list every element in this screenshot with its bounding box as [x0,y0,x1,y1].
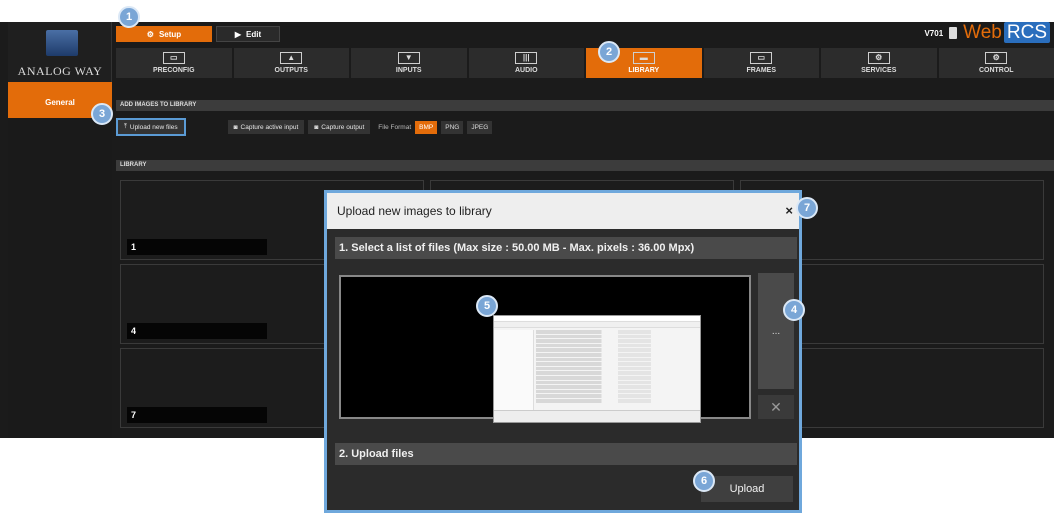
slot-number: 1 [127,239,267,255]
file-explorer-dialog[interactable] [493,315,701,423]
step-select-files: 1. Select a list of files (Max size : 50… [335,237,797,259]
file-row [536,362,700,366]
slot-number: 7 [127,407,267,423]
file-row [536,352,700,357]
main-menu: ▭ PRECONFIG ▲ OUTPUTS ▼ INPUTS ||| AUDIO ▬ LI… [116,48,1054,78]
tab-label: SERVICES [861,67,897,74]
file-row [536,366,700,371]
file-row [536,389,700,394]
edit-button[interactable]: ▶ Edit [216,26,280,42]
file-row [536,330,700,334]
format-bmp-button[interactable]: BMP [415,120,438,134]
book-icon[interactable] [949,27,958,39]
format-jpeg-button[interactable]: JPEG [467,120,493,134]
file-dialog-toolbar [494,322,700,328]
mode-bar: ⚙ Setup ▶ Edit [116,26,280,42]
callout-5: 5 [476,295,498,317]
brand-web: Web [963,22,1002,43]
logo-text: ANALOG WAY [17,64,103,78]
webrcs-brand: Web RCS [963,22,1050,44]
file-row [536,375,700,380]
file-row [536,380,700,385]
brand-rcs: RCS [1003,22,1050,43]
format-png-button[interactable]: PNG [441,120,464,134]
services-icon: ⚙ [867,52,890,64]
logo-area: ANALOG WAY [8,22,112,82]
edit-label: Edit [246,29,262,39]
tab-inputs[interactable]: ▼ INPUTS [351,48,467,78]
callout-4: 4 [783,299,805,321]
tab-label: CONTROL [978,67,1014,74]
upload-new-label: Upload new files [129,123,178,131]
tab-label: OUTPUTS [274,67,308,74]
file-format-label: File Format [378,123,412,131]
add-images-section-title: ADD IMAGES TO LIBRARY [116,100,1054,111]
file-dialog-list [536,330,700,410]
capture-input-label: Capture active input [240,123,299,131]
top-right-area: V701 Web RCS [924,22,1050,44]
step-upload-files: 2. Upload files [335,443,797,465]
capture-active-input-button[interactable]: ◙ Capture active input [227,120,305,134]
app-root: ANALOG WAY ⚙ Setup ▶ Edit V701 Web RCS ▭ P… [0,0,1054,513]
callout-6: 6 [693,470,715,492]
tab-frames[interactable]: ▭ FRAMES [703,48,819,78]
file-row [536,398,700,403]
tab-audio[interactable]: ||| AUDIO [468,48,584,78]
gear-icon: ⚙ [146,29,154,39]
tab-control[interactable]: ⚙ CONTROL [938,48,1054,78]
capture-output-label: Capture output [321,123,365,131]
setup-label: Setup [158,29,182,39]
camera-icon: ◙ [233,123,238,131]
tab-label: LIBRARY [628,67,660,74]
file-row [536,357,700,362]
modal-title: Upload new images to library [337,204,492,218]
slot-number: 4 [127,323,267,339]
tab-label: FRAMES [746,67,777,74]
callout-1: 1 [118,6,140,28]
library-icon: ▬ [632,52,655,64]
file-list-area[interactable] [339,275,751,423]
audio-icon: ||| [515,52,538,64]
capture-output-button[interactable]: ◙ Capture output [308,120,371,134]
preconfig-icon: ▭ [162,52,185,64]
file-row [536,343,700,348]
control-icon: ⚙ [985,52,1008,64]
play-icon: ▶ [234,29,242,39]
tab-label: INPUTS [395,67,422,74]
callout-3: 3 [91,103,113,125]
file-dialog-footer [494,410,700,422]
upload-icon: ⤒ [124,123,127,130]
file-row [536,339,700,343]
close-icon[interactable]: × [785,193,793,229]
tab-label: PRECONFIG [152,67,195,74]
file-dialog-navigation [494,330,534,410]
clear-files-button[interactable]: ✕ [758,395,794,419]
file-row [536,348,700,352]
sidebar: General [8,82,112,438]
upload-new-files-button[interactable]: ⤒ Upload new files [116,118,186,136]
upload-modal: Upload new images to library × 1. Select… [324,190,802,513]
camera-icon: ◙ [314,123,319,131]
tab-label: AUDIO [514,67,538,74]
version-label: V701 [924,28,944,38]
file-row [536,334,700,339]
frames-icon: ▭ [750,52,773,64]
analog-way-logo-icon [46,30,78,56]
add-images-toolbar: ⤒ Upload new files ◙ Capture active inpu… [116,118,493,136]
modal-header: Upload new images to library × [327,193,799,229]
inputs-icon: ▼ [397,52,420,64]
file-row [536,371,700,375]
browse-button[interactable]: ... [758,273,794,389]
tab-outputs[interactable]: ▲ OUTPUTS [233,48,349,78]
file-row [536,385,700,389]
library-section-title: LIBRARY [116,160,1054,171]
callout-2: 2 [598,41,620,63]
file-row [536,394,700,398]
callout-7: 7 [796,197,818,219]
tab-services[interactable]: ⚙ SERVICES [821,48,937,78]
tab-preconfig[interactable]: ▭ PRECONFIG [116,48,232,78]
outputs-icon: ▲ [280,52,303,64]
setup-button[interactable]: ⚙ Setup [116,26,212,42]
